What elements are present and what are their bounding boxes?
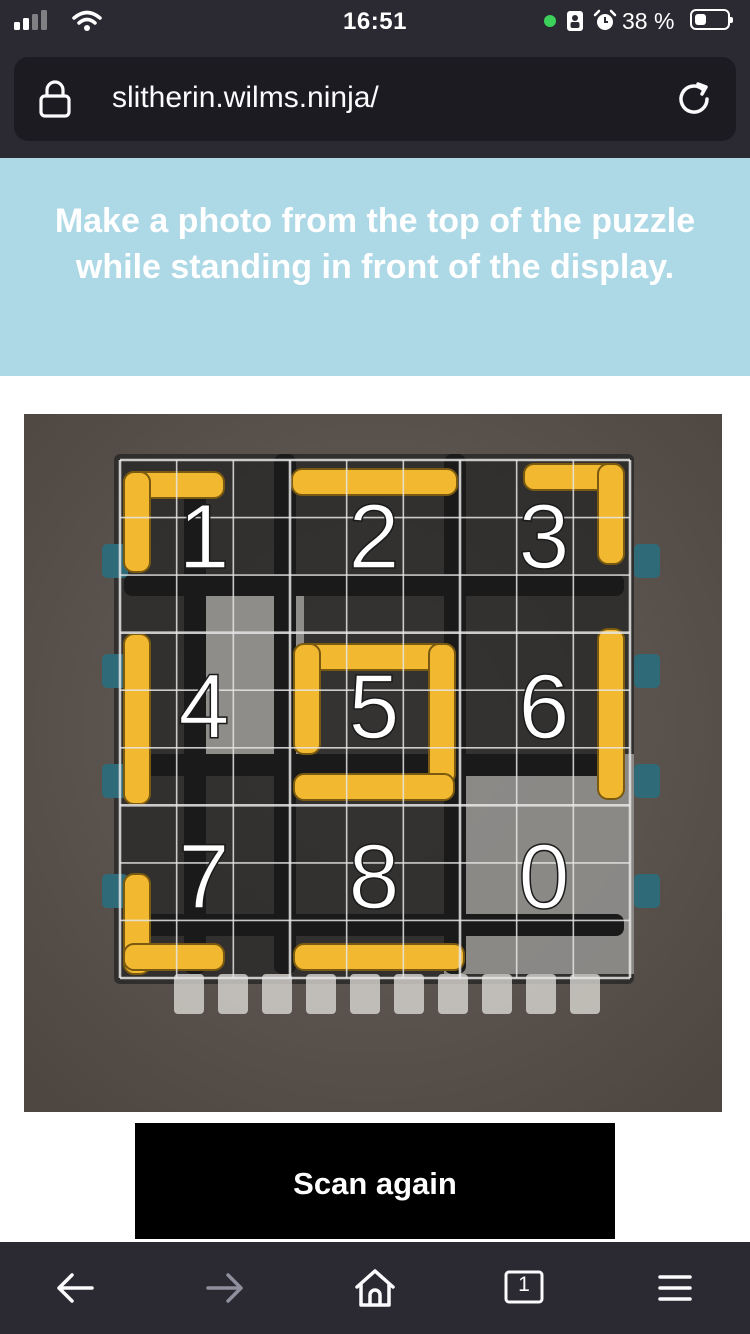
battery-percent: 38 %: [622, 8, 675, 34]
grid-digit: 0: [518, 826, 569, 928]
white-peg: [350, 974, 380, 1014]
privacy-dot-icon: [544, 15, 556, 27]
tab-count: 1: [518, 1273, 530, 1296]
forward-arrow-icon[interactable]: [204, 1264, 246, 1312]
browser-toolbar: slitherin.wilms.ninja/: [0, 44, 750, 158]
white-peg: [262, 974, 292, 1014]
dark-beam: [274, 454, 296, 974]
lock-icon[interactable]: [38, 79, 72, 119]
teal-connector: [634, 654, 660, 688]
grid-digit: 6: [518, 656, 569, 758]
yellow-beam: [293, 943, 465, 971]
alarm-icon: [593, 9, 617, 30]
teal-connector: [634, 874, 660, 908]
yellow-beam: [293, 643, 321, 755]
menu-icon[interactable]: [656, 1264, 694, 1312]
white-peg: [438, 974, 468, 1014]
teal-connector: [634, 764, 660, 798]
portrait-lock-icon: [567, 11, 583, 31]
url-text[interactable]: slitherin.wilms.ninja/: [112, 81, 379, 115]
yellow-beam: [293, 773, 455, 801]
battery-icon: [690, 9, 733, 30]
white-peg: [218, 974, 248, 1014]
teal-connector: [634, 544, 660, 578]
white-peg: [570, 974, 600, 1014]
white-peg: [394, 974, 424, 1014]
puzzle-photo: 1 2 3 4 5 6 7 8 0: [24, 414, 722, 1112]
yellow-beam: [597, 628, 625, 800]
grid-digit: 5: [348, 656, 399, 758]
tabs-icon[interactable]: 1: [504, 1270, 544, 1304]
back-arrow-icon[interactable]: [54, 1264, 96, 1312]
grid-digit: 3: [518, 486, 569, 588]
grid-digit: 1: [178, 486, 229, 588]
yellow-beam: [123, 633, 151, 805]
scan-again-button[interactable]: Scan again: [135, 1123, 615, 1239]
grid-digit: 8: [348, 826, 399, 928]
url-bar[interactable]: slitherin.wilms.ninja/: [14, 57, 736, 141]
grid-digit: 4: [178, 656, 229, 758]
white-peg: [306, 974, 336, 1014]
yellow-beam: [123, 943, 225, 971]
white-peg: [482, 974, 512, 1014]
grid-digit: 7: [178, 826, 229, 928]
white-peg: [526, 974, 556, 1014]
white-peg: [174, 974, 204, 1014]
reload-icon[interactable]: [674, 79, 714, 119]
yellow-beam: [123, 471, 151, 573]
status-bar: 16:51 38 %: [0, 0, 750, 44]
instruction-banner: Make a photo from the top of the puzzle …: [0, 158, 750, 376]
yellow-beam: [428, 643, 456, 785]
bottom-toolbar: 1: [0, 1242, 750, 1334]
home-icon[interactable]: [353, 1264, 397, 1312]
grid-digit: 2: [348, 486, 399, 588]
instruction-text: Make a photo from the top of the puzzle …: [54, 202, 696, 286]
yellow-beam: [597, 463, 625, 565]
